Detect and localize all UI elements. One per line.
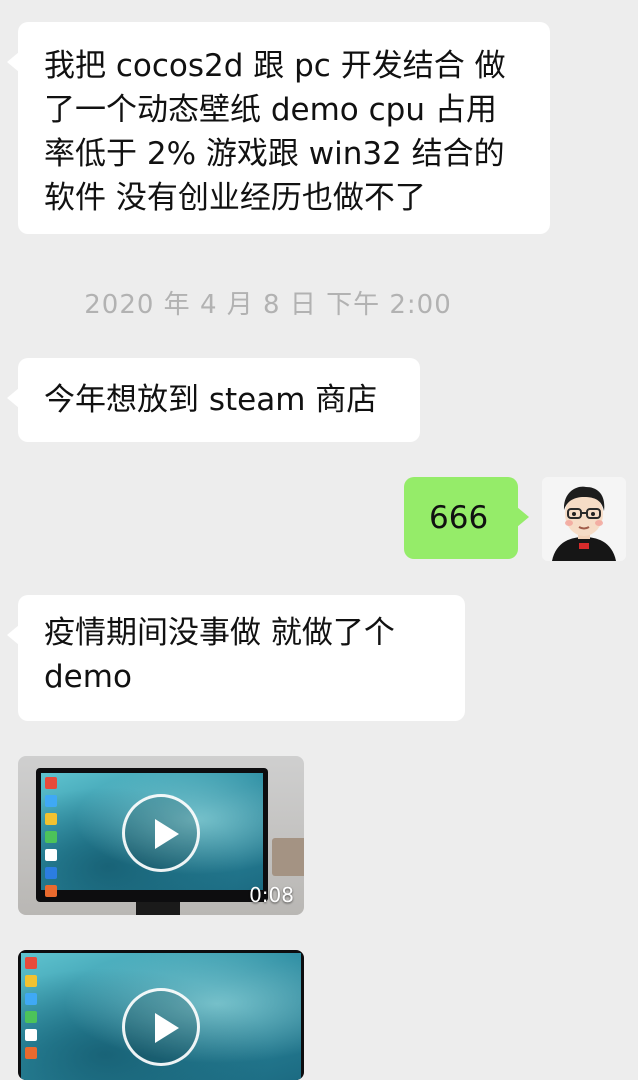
desktop-icons xyxy=(45,777,63,903)
incoming-message[interactable]: 疫情期间没事做 就做了个 demo xyxy=(7,595,465,721)
desktop-icons xyxy=(25,957,43,1065)
message-text: 我把 cocos2d 跟 pc 开发结合 做 了一个动态壁纸 demo cpu … xyxy=(44,48,506,216)
wall-plate xyxy=(272,838,304,876)
message-text: 疫情期间没事做 就做了个 demo xyxy=(44,615,395,695)
message-text: 666 xyxy=(429,500,489,536)
incoming-message[interactable]: 我把 cocos2d 跟 pc 开发结合 做 了一个动态壁纸 demo cpu … xyxy=(7,22,550,234)
avatar-illustration xyxy=(542,477,626,561)
video-message[interactable] xyxy=(18,950,304,1080)
outgoing-message[interactable]: 666 xyxy=(404,477,529,559)
play-icon[interactable] xyxy=(122,988,200,1066)
incoming-message[interactable]: 今年想放到 steam 商店 xyxy=(7,358,420,442)
monitor-stand xyxy=(136,902,180,915)
video-message[interactable]: 0:08 xyxy=(18,756,304,915)
message-timestamp: 2020 年 4 月 8 日 下午 2:00 xyxy=(84,290,452,320)
avatar[interactable] xyxy=(542,477,626,561)
play-icon[interactable] xyxy=(122,794,200,872)
video-duration: 0:08 xyxy=(249,883,294,907)
message-text: 今年想放到 steam 商店 xyxy=(44,382,378,418)
